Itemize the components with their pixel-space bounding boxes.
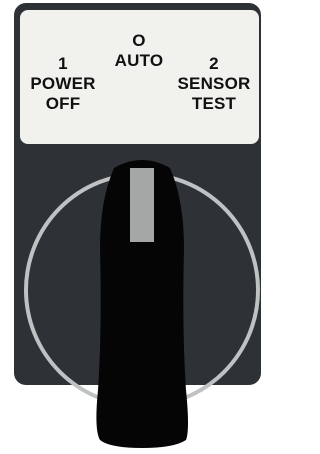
position-number: 1 <box>58 54 68 73</box>
position-name-line1: POWER <box>30 74 96 93</box>
position-sensor-test-label: 2 SENSOR TEST <box>172 54 256 114</box>
position-auto-label: O AUTO <box>94 31 184 71</box>
position-number: O <box>132 31 146 50</box>
position-indicator <box>130 168 154 242</box>
position-name-line1: AUTO <box>114 51 164 70</box>
position-name-line1: SENSOR <box>177 74 251 93</box>
position-number: 2 <box>209 54 219 73</box>
position-power-off-label: 1 POWER OFF <box>24 54 102 114</box>
position-name-line2: TEST <box>191 94 237 113</box>
position-name-line2: OFF <box>45 94 81 113</box>
